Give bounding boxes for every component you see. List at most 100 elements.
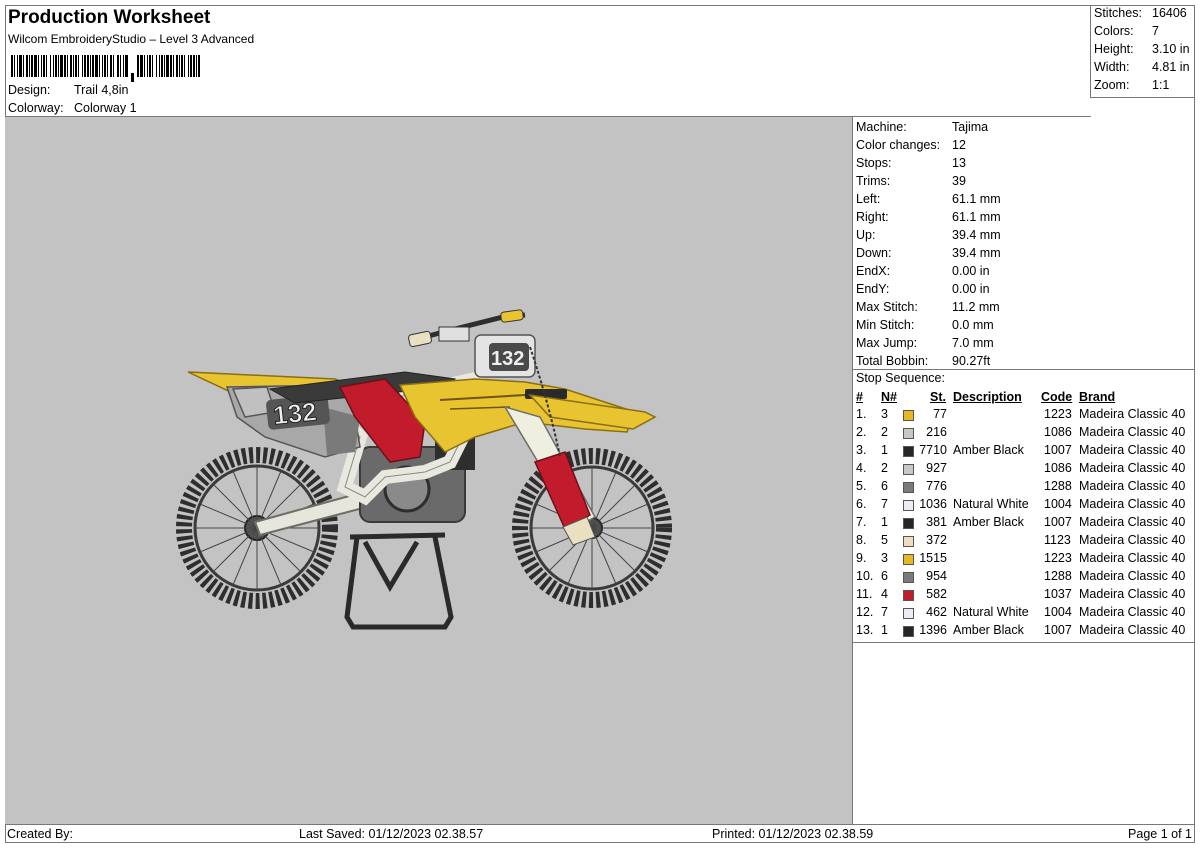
divider — [853, 369, 1195, 370]
stop-code: 1007 — [1044, 443, 1072, 457]
info-value: 12 — [952, 138, 966, 152]
stop-code: 1004 — [1044, 605, 1072, 619]
stop-needle: 1 — [881, 515, 888, 529]
info-value: 13 — [952, 156, 966, 170]
info-row: Right: 61.1 mm — [856, 210, 1001, 224]
summary-row: Zoom: 1:1 — [1094, 78, 1169, 92]
stop-row: 4. 2 927 1086 Madeira Classic 40 — [853, 461, 1195, 479]
stop-num: 2. — [856, 425, 867, 439]
stop-stitches: 1396 — [919, 623, 947, 637]
info-row: Left: 61.1 mm — [856, 192, 1001, 206]
stop-num: 13. — [856, 623, 874, 637]
stop-description: Amber Black — [953, 623, 1024, 637]
col-header-num: # — [856, 390, 863, 404]
color-swatch — [903, 536, 914, 547]
col-header-code: Code — [1041, 390, 1073, 404]
design-label: Design: — [8, 83, 51, 97]
stop-needle: 7 — [881, 497, 888, 511]
stop-needle: 6 — [881, 479, 888, 493]
colorway-label: Colorway: — [8, 101, 64, 115]
worksheet-footer: Created By: Last Saved: 01/12/2023 02.38… — [5, 824, 1195, 843]
stop-stitches: 372 — [926, 533, 947, 547]
info-value: 11.2 mm — [952, 300, 1000, 314]
info-value: 39.4 mm — [952, 228, 1001, 242]
col-header-description: Description — [953, 390, 1022, 404]
stop-brand: Madeira Classic 40 — [1079, 551, 1186, 565]
info-row: Total Bobbin: 90.27ft — [856, 354, 990, 368]
info-label: Left: — [856, 192, 881, 206]
stop-code: 1086 — [1044, 425, 1072, 439]
color-swatch — [903, 428, 914, 439]
stop-needle: 4 — [881, 587, 888, 601]
info-label: EndY: — [856, 282, 890, 296]
summary-value: 7 — [1152, 24, 1159, 38]
info-value: 7.0 mm — [952, 336, 994, 350]
software-subtitle: Wilcom EmbroideryStudio – Level 3 Advanc… — [8, 32, 255, 46]
info-label: Trims: — [856, 174, 891, 188]
info-label: Right: — [856, 210, 889, 224]
stop-stitches: 927 — [926, 461, 947, 475]
stop-code: 1037 — [1044, 587, 1072, 601]
stop-brand: Madeira Classic 40 — [1079, 407, 1186, 421]
summary-value: 3.10 in — [1152, 42, 1190, 56]
stop-num: 1. — [856, 407, 867, 421]
stop-needle: 2 — [881, 425, 888, 439]
info-row: Max Stitch: 11.2 mm — [856, 300, 1000, 314]
stop-brand: Madeira Classic 40 — [1079, 461, 1186, 475]
design-summary: Stitches: 16406 Colors: 7 Height: 3.10 in W… — [1090, 5, 1195, 98]
color-swatch — [903, 554, 914, 565]
stop-brand: Madeira Classic 40 — [1079, 479, 1186, 493]
stop-num: 6. — [856, 497, 867, 511]
col-header-stitches: St. — [930, 390, 946, 404]
page-title: Production Worksheet — [8, 7, 211, 28]
stop-row: 5. 6 776 1288 Madeira Classic 40 — [853, 479, 1195, 497]
worksheet-header: Production Worksheet Wilcom EmbroiderySt… — [5, 5, 1091, 117]
stop-description: Amber Black — [953, 515, 1024, 529]
stop-code: 1223 — [1044, 551, 1072, 565]
stop-stitches: 7710 — [919, 443, 947, 457]
info-row: Min Stitch: 0.0 mm — [856, 318, 994, 332]
stop-row: 12. 7 462 Natural White 1004 Madeira Classic … — [853, 605, 1195, 623]
info-label: Total Bobbin: — [856, 354, 929, 368]
front-number-plate: 132 — [474, 334, 536, 378]
stop-code: 1086 — [1044, 461, 1072, 475]
stop-num: 12. — [856, 605, 874, 619]
bike-stand — [344, 532, 454, 630]
color-swatch — [903, 446, 914, 457]
stop-row: 6. 7 1036 Natural White 1004 Madeira Classic … — [853, 497, 1195, 515]
color-swatch — [903, 500, 914, 511]
info-value: Tajima — [952, 120, 989, 134]
info-value: 61.1 mm — [952, 192, 1001, 206]
info-row: Up: 39.4 mm — [856, 228, 1001, 242]
divider — [853, 642, 1195, 643]
info-label: Color changes: — [856, 138, 941, 152]
stop-row: 11. 4 582 1037 Madeira Classic 40 — [853, 587, 1195, 605]
stop-brand: Madeira Classic 40 — [1079, 533, 1186, 547]
stop-num: 3. — [856, 443, 867, 457]
front-number-text: 132 — [491, 348, 524, 370]
stop-num: 8. — [856, 533, 867, 547]
printed-date: Printed: 01/12/2023 02.38.59 — [712, 827, 874, 841]
stop-stitches: 381 — [926, 515, 947, 529]
stop-num: 5. — [856, 479, 867, 493]
design-value: Trail 4,8in — [74, 83, 129, 97]
motocross-bike-embroidery: 132 132 — [176, 309, 672, 630]
stop-needle: 3 — [881, 407, 888, 421]
stop-description: Amber Black — [953, 443, 1024, 457]
summary-row: Width: 4.81 in — [1094, 60, 1190, 74]
col-header-needle: N# — [881, 390, 897, 404]
stop-needle: 3 — [881, 551, 888, 565]
color-swatch — [903, 482, 914, 493]
stop-code: 1007 — [1044, 623, 1072, 637]
stop-stitches: 582 — [926, 587, 947, 601]
stop-code: 1123 — [1044, 533, 1071, 547]
stop-stitches: 216 — [926, 425, 947, 439]
stop-sequence-title: Stop Sequence: — [856, 371, 945, 385]
barcode-image — [11, 55, 200, 82]
info-row: Color changes: 12 — [856, 138, 966, 152]
stop-code: 1223 — [1044, 407, 1072, 421]
stop-stitches: 77 — [933, 407, 947, 421]
stop-row: 2. 2 216 1086 Madeira Classic 40 — [853, 425, 1195, 443]
color-swatch — [903, 608, 914, 619]
summary-label: Zoom: — [1094, 78, 1130, 92]
